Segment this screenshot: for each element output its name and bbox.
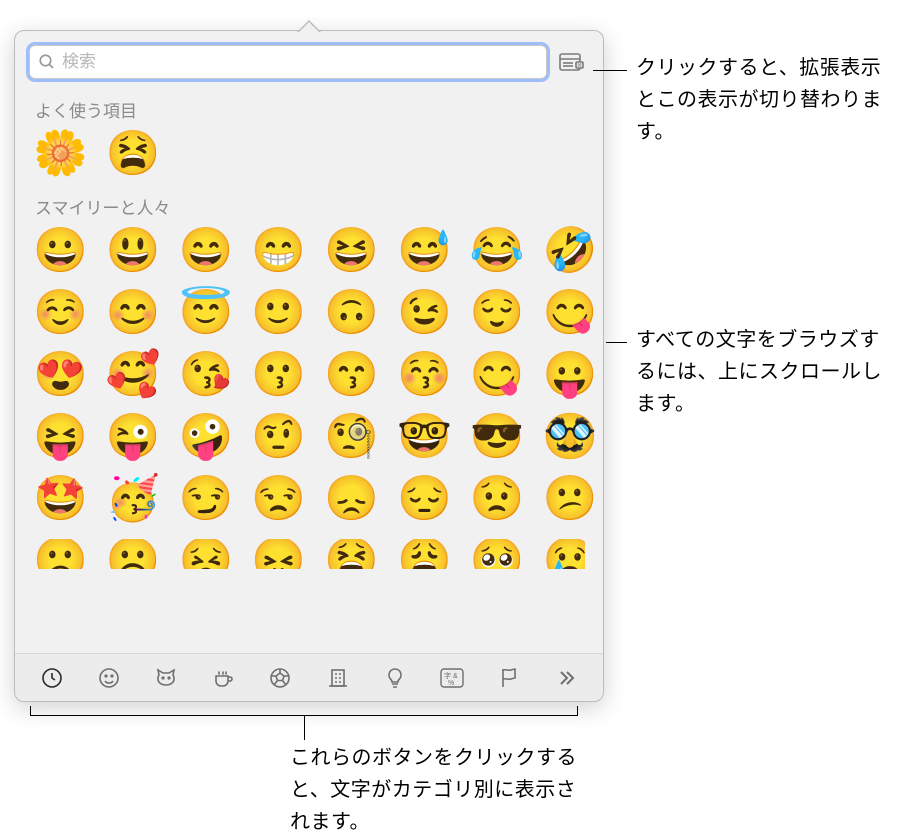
emoji-item[interactable]: 😫 — [324, 539, 379, 569]
emoji-item[interactable]: 😫 — [106, 132, 161, 176]
category-animals-icon[interactable] — [144, 660, 188, 696]
emoji-item[interactable]: 😒 — [251, 477, 306, 521]
callout-line — [606, 342, 627, 343]
category-bar: 字&% — [15, 653, 603, 701]
search-input[interactable] — [62, 52, 538, 72]
emoji-item[interactable]: 😛 — [543, 353, 598, 397]
category-activity-icon[interactable] — [258, 660, 302, 696]
emoji-item[interactable]: 😋 — [470, 353, 525, 397]
smileys-icon — [97, 666, 121, 690]
svg-text:⌘: ⌘ — [577, 63, 582, 69]
emoji-item[interactable]: 😊 — [106, 291, 161, 335]
emoji-item[interactable]: 😌 — [470, 291, 525, 335]
emoji-item[interactable]: 😏 — [179, 477, 234, 521]
emoji-item[interactable]: 😕 — [543, 477, 598, 521]
emoji-item[interactable]: 😆 — [324, 229, 379, 273]
emoji-item[interactable]: 😚 — [397, 353, 452, 397]
emoji-item[interactable]: 🤨 — [251, 415, 306, 459]
emoji-item[interactable]: 🤓 — [397, 415, 452, 459]
more-icon — [554, 666, 578, 690]
search-box[interactable] — [29, 45, 547, 79]
expand-viewer-button[interactable]: ⌘ — [555, 48, 589, 76]
emoji-item[interactable]: 🥳 — [106, 477, 161, 521]
section-title-smileys: スマイリーと人々 — [35, 194, 585, 219]
emoji-item[interactable]: 😎 — [470, 415, 525, 459]
emoji-item[interactable]: 😅 — [397, 229, 452, 273]
frequent-grid: 🌼😫 — [33, 132, 585, 176]
emoji-item[interactable]: 😇 — [179, 291, 234, 335]
emoji-item[interactable]: 😙 — [324, 353, 379, 397]
callout-line — [593, 70, 627, 71]
emoji-item[interactable]: 🙃 — [324, 291, 379, 335]
recent-icon — [40, 666, 64, 690]
symbols-icon: 字&% — [439, 666, 465, 690]
emoji-item[interactable]: ☹️ — [106, 539, 161, 569]
section-title-frequent: よく使う項目 — [35, 97, 585, 122]
svg-text:字: 字 — [444, 671, 451, 680]
category-recent-icon[interactable] — [30, 660, 74, 696]
character-viewer-popover: ⌘ よく使う項目 🌼😫 スマイリーと人々 😀😃😄😁😆😅😂🤣☺️😊😇🙂🙃😉😌😋😍🥰… — [14, 30, 604, 702]
flags-icon — [497, 666, 521, 690]
emoji-item[interactable]: 😩 — [397, 539, 452, 569]
emoji-item[interactable]: 😄 — [179, 229, 234, 273]
emoji-item[interactable]: 😃 — [106, 229, 161, 273]
emoji-item[interactable]: 🙂 — [251, 291, 306, 335]
emoji-row-partial: 🙁 ☹️ 😣 😖 😫 😩 🥺 😢 — [33, 539, 585, 569]
category-travel-icon[interactable] — [316, 660, 360, 696]
emoji-item[interactable]: 😢 — [543, 539, 585, 569]
activity-icon — [268, 666, 292, 690]
emoji-item[interactable]: 😞 — [324, 477, 379, 521]
callout-scroll: すべての文字をブラウズするには、上にスクロールします。 — [636, 324, 898, 420]
emoji-item[interactable]: 😋 — [543, 291, 598, 335]
callout-bracket-stem — [304, 716, 305, 740]
emoji-item[interactable]: 🧐 — [324, 415, 379, 459]
emoji-item[interactable]: 😁 — [251, 229, 306, 273]
category-symbols-icon[interactable]: 字&% — [430, 660, 474, 696]
travel-icon — [326, 666, 350, 690]
emoji-scroll-area[interactable]: よく使う項目 🌼😫 スマイリーと人々 😀😃😄😁😆😅😂🤣☺️😊😇🙂🙃😉😌😋😍🥰😘😗… — [15, 89, 603, 653]
search-icon — [38, 53, 56, 71]
search-row: ⌘ — [15, 31, 603, 89]
emoji-item[interactable]: 🥰 — [106, 353, 161, 397]
objects-icon — [383, 666, 407, 690]
emoji-item[interactable]: 🤣 — [543, 229, 598, 273]
emoji-item[interactable]: 😉 — [397, 291, 452, 335]
smileys-grid: 😀😃😄😁😆😅😂🤣☺️😊😇🙂🙃😉😌😋😍🥰😘😗😙😚😋😛😝😜🤪🤨🧐🤓😎🥸🤩🥳😏😒😞😔😟… — [33, 229, 585, 521]
emoji-item[interactable]: 🤪 — [179, 415, 234, 459]
emoji-item[interactable]: 😂 — [470, 229, 525, 273]
animals-icon — [154, 666, 178, 690]
category-smileys-icon[interactable] — [87, 660, 131, 696]
emoji-item[interactable]: 😖 — [251, 539, 306, 569]
emoji-item[interactable]: 🌼 — [33, 132, 88, 176]
emoji-item[interactable]: 😍 — [33, 353, 88, 397]
emoji-item[interactable]: ☺️ — [33, 291, 88, 335]
emoji-item[interactable]: 🥺 — [470, 539, 525, 569]
emoji-item[interactable]: 😟 — [470, 477, 525, 521]
callout-expand: クリックすると、拡張表示とこの表示が切り替わります。 — [636, 52, 896, 148]
emoji-item[interactable]: 😗 — [251, 353, 306, 397]
emoji-item[interactable]: 😜 — [106, 415, 161, 459]
food-icon — [211, 666, 235, 690]
category-more-icon[interactable] — [544, 660, 588, 696]
emoji-item[interactable]: 🤩 — [33, 477, 88, 521]
emoji-item[interactable]: 🙁 — [33, 539, 88, 569]
category-flags-icon[interactable] — [487, 660, 531, 696]
callout-categories: これらのボタンをクリックすると、文字がカテゴリ別に表示されます。 — [290, 742, 590, 838]
callout-bracket — [30, 706, 578, 716]
emoji-item[interactable]: 😝 — [33, 415, 88, 459]
emoji-item[interactable]: 😀 — [33, 229, 88, 273]
svg-text:%: % — [448, 680, 454, 687]
category-objects-icon[interactable] — [373, 660, 417, 696]
emoji-item[interactable]: 😣 — [179, 539, 234, 569]
category-food-icon[interactable] — [201, 660, 245, 696]
emoji-item[interactable]: 😘 — [179, 353, 234, 397]
svg-text:&: & — [453, 673, 458, 680]
expand-viewer-icon: ⌘ — [559, 51, 585, 73]
emoji-item[interactable]: 😔 — [397, 477, 452, 521]
emoji-item[interactable]: 🥸 — [543, 415, 598, 459]
